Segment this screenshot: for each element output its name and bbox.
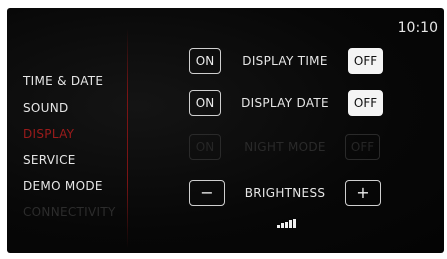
night-mode-row: ON NIGHT MODE OFF xyxy=(7,134,444,160)
screen: 10:10 TIME & DATE SOUND DISPLAY SERVICE … xyxy=(7,8,444,253)
display-date-label: DISPLAY DATE xyxy=(241,96,329,110)
night-mode-on-button: ON xyxy=(189,134,221,160)
display-date-off-button[interactable]: OFF xyxy=(348,90,383,116)
night-mode-label: NIGHT MODE xyxy=(244,140,326,154)
brightness-level-segment xyxy=(277,225,280,228)
menu-item-connectivity: CONNECTIVITY xyxy=(23,205,116,219)
display-time-off-button[interactable]: OFF xyxy=(348,48,383,74)
display-time-on-button[interactable]: ON xyxy=(189,48,221,74)
brightness-decrease-button[interactable]: − xyxy=(189,180,225,206)
display-date-on-button[interactable]: ON xyxy=(189,90,221,116)
plus-icon: + xyxy=(356,183,370,202)
brightness-row: − BRIGHTNESS + xyxy=(7,180,444,206)
night-mode-off-button: OFF xyxy=(345,134,380,160)
brightness-level-segment xyxy=(289,220,292,228)
minus-icon: − xyxy=(200,183,214,202)
brightness-level-segment xyxy=(281,223,284,228)
status-clock: 10:10 xyxy=(397,20,438,36)
display-date-row: ON DISPLAY DATE OFF xyxy=(7,90,444,116)
display-time-label: DISPLAY TIME xyxy=(242,54,328,68)
display-time-row: ON DISPLAY TIME OFF xyxy=(7,48,444,74)
brightness-level-icon xyxy=(277,218,296,228)
brightness-label: BRIGHTNESS xyxy=(244,186,326,200)
brightness-level-segment xyxy=(293,218,296,228)
brightness-increase-button[interactable]: + xyxy=(345,180,381,206)
brightness-level-segment xyxy=(285,221,288,228)
menu-item-time-date[interactable]: TIME & DATE xyxy=(23,74,103,88)
